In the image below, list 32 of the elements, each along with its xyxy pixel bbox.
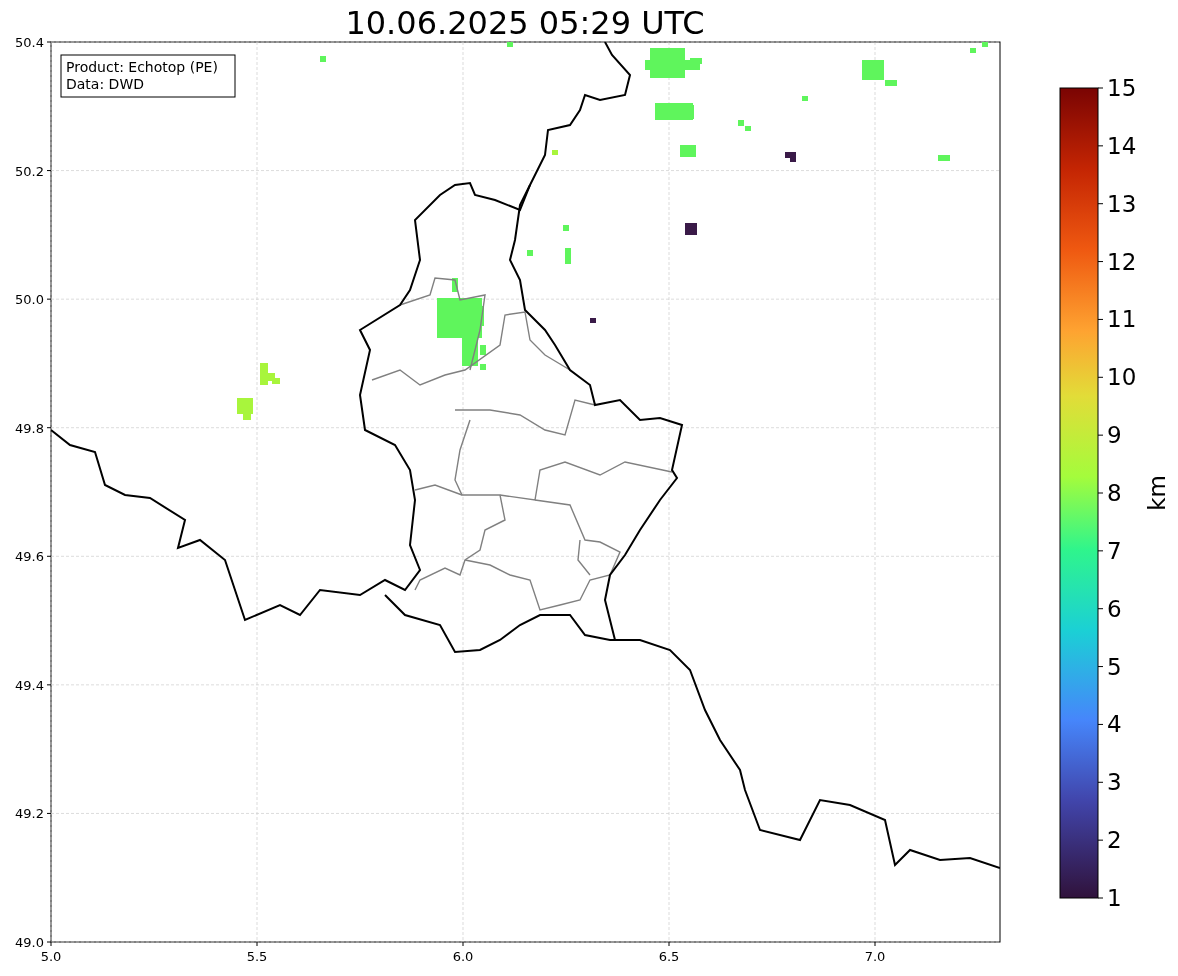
colorbar-tick-label: 6 — [1107, 595, 1122, 622]
colorbar-tick-label: 13 — [1107, 190, 1137, 217]
axis-tick-label: 6.0 — [452, 949, 474, 964]
chart-title: 10.06.2025 05:29 UTC — [345, 4, 705, 42]
colorbar-tick-label: 15 — [1107, 75, 1137, 101]
colorbar-tick-label: 14 — [1107, 132, 1137, 159]
axis-tick-label: 50.4 — [15, 35, 44, 50]
axis-tick-label: 49.8 — [15, 420, 44, 436]
colorbar-tick-label: 11 — [1107, 306, 1137, 333]
axis-tick-label: 49.4 — [15, 677, 44, 693]
colorbar-tick-label: 2 — [1107, 827, 1122, 854]
colorbar-tick-label: 3 — [1107, 769, 1122, 796]
colorbar-tick-label: 12 — [1107, 248, 1137, 275]
colorbar-tick-label: 7 — [1107, 537, 1122, 564]
axis-tick-label: 49.2 — [15, 806, 44, 822]
colorbar-tick-label: 8 — [1107, 480, 1122, 506]
axis-tick-label: 50.0 — [15, 292, 44, 308]
axis-tick-label: 49.6 — [15, 549, 44, 565]
legend-text: Data: DWD — [66, 76, 144, 92]
axis-tick-label: 6.5 — [658, 949, 680, 964]
axis-tick-label: 50.2 — [15, 163, 44, 179]
legend-text: Product: Echotop (PE) — [66, 59, 218, 75]
colorbar-label: km — [1144, 475, 1170, 511]
axis-tick-label: 49.0 — [15, 935, 44, 950]
colorbar-tick-label: 4 — [1107, 711, 1122, 738]
colorbar-tick-label: 1 — [1107, 885, 1122, 911]
axis-tick-label: 5.5 — [246, 949, 268, 964]
colorbar-tick-label: 5 — [1107, 653, 1122, 680]
axis-tick-label: 7.0 — [864, 949, 886, 964]
colorbar-tick-label: 9 — [1107, 422, 1122, 449]
colorbar-tick-label: 10 — [1107, 364, 1137, 391]
axis-tick-label: 5.0 — [40, 949, 62, 964]
